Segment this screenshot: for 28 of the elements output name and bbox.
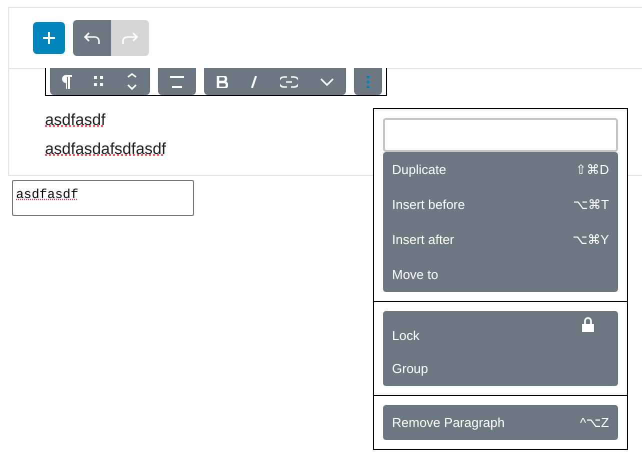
shortcut-text: ^⌥Z [580,414,609,432]
paragraph-text: asdfasdf [45,111,106,130]
drag-handle-icon[interactable] [94,76,104,88]
lock-icon [582,317,594,332]
search-field[interactable] [383,118,618,152]
bold-icon[interactable] [216,76,228,88]
menu-item[interactable]: Remove Paragraph ^⌥Z [383,405,618,440]
redo-icon [121,31,139,45]
shortcut-text: ⇧⌘D [576,160,609,179]
paragraph-text: asdfasdafsdfasdf [45,140,167,159]
shortcut-text: ⌥⌘Y [572,230,609,249]
add-button[interactable] [33,22,65,54]
menu-item[interactable]: Group [383,351,618,386]
menu-item[interactable]: Insert after ⌥⌘Y [383,222,618,257]
shortcut-text: ⌥⌘T [573,196,609,214]
align-icon[interactable] [170,74,184,88]
menu-item[interactable]: Insert before ⌥⌘T [383,187,618,222]
menu-item[interactable]: Duplicate ⇧⌘D [383,152,618,187]
link-icon[interactable] [280,76,298,88]
undo-button[interactable] [73,20,111,56]
paragraph-icon[interactable] [62,74,72,88]
undo-icon [83,31,101,45]
italic-icon[interactable] [250,76,258,88]
menu-item[interactable]: Lock [383,311,618,351]
text-area[interactable]: asdfasdf [12,180,194,216]
menu-item[interactable]: Move to [383,257,618,292]
text-area-value: asdfasdf [16,187,78,202]
plus-icon [41,30,57,46]
